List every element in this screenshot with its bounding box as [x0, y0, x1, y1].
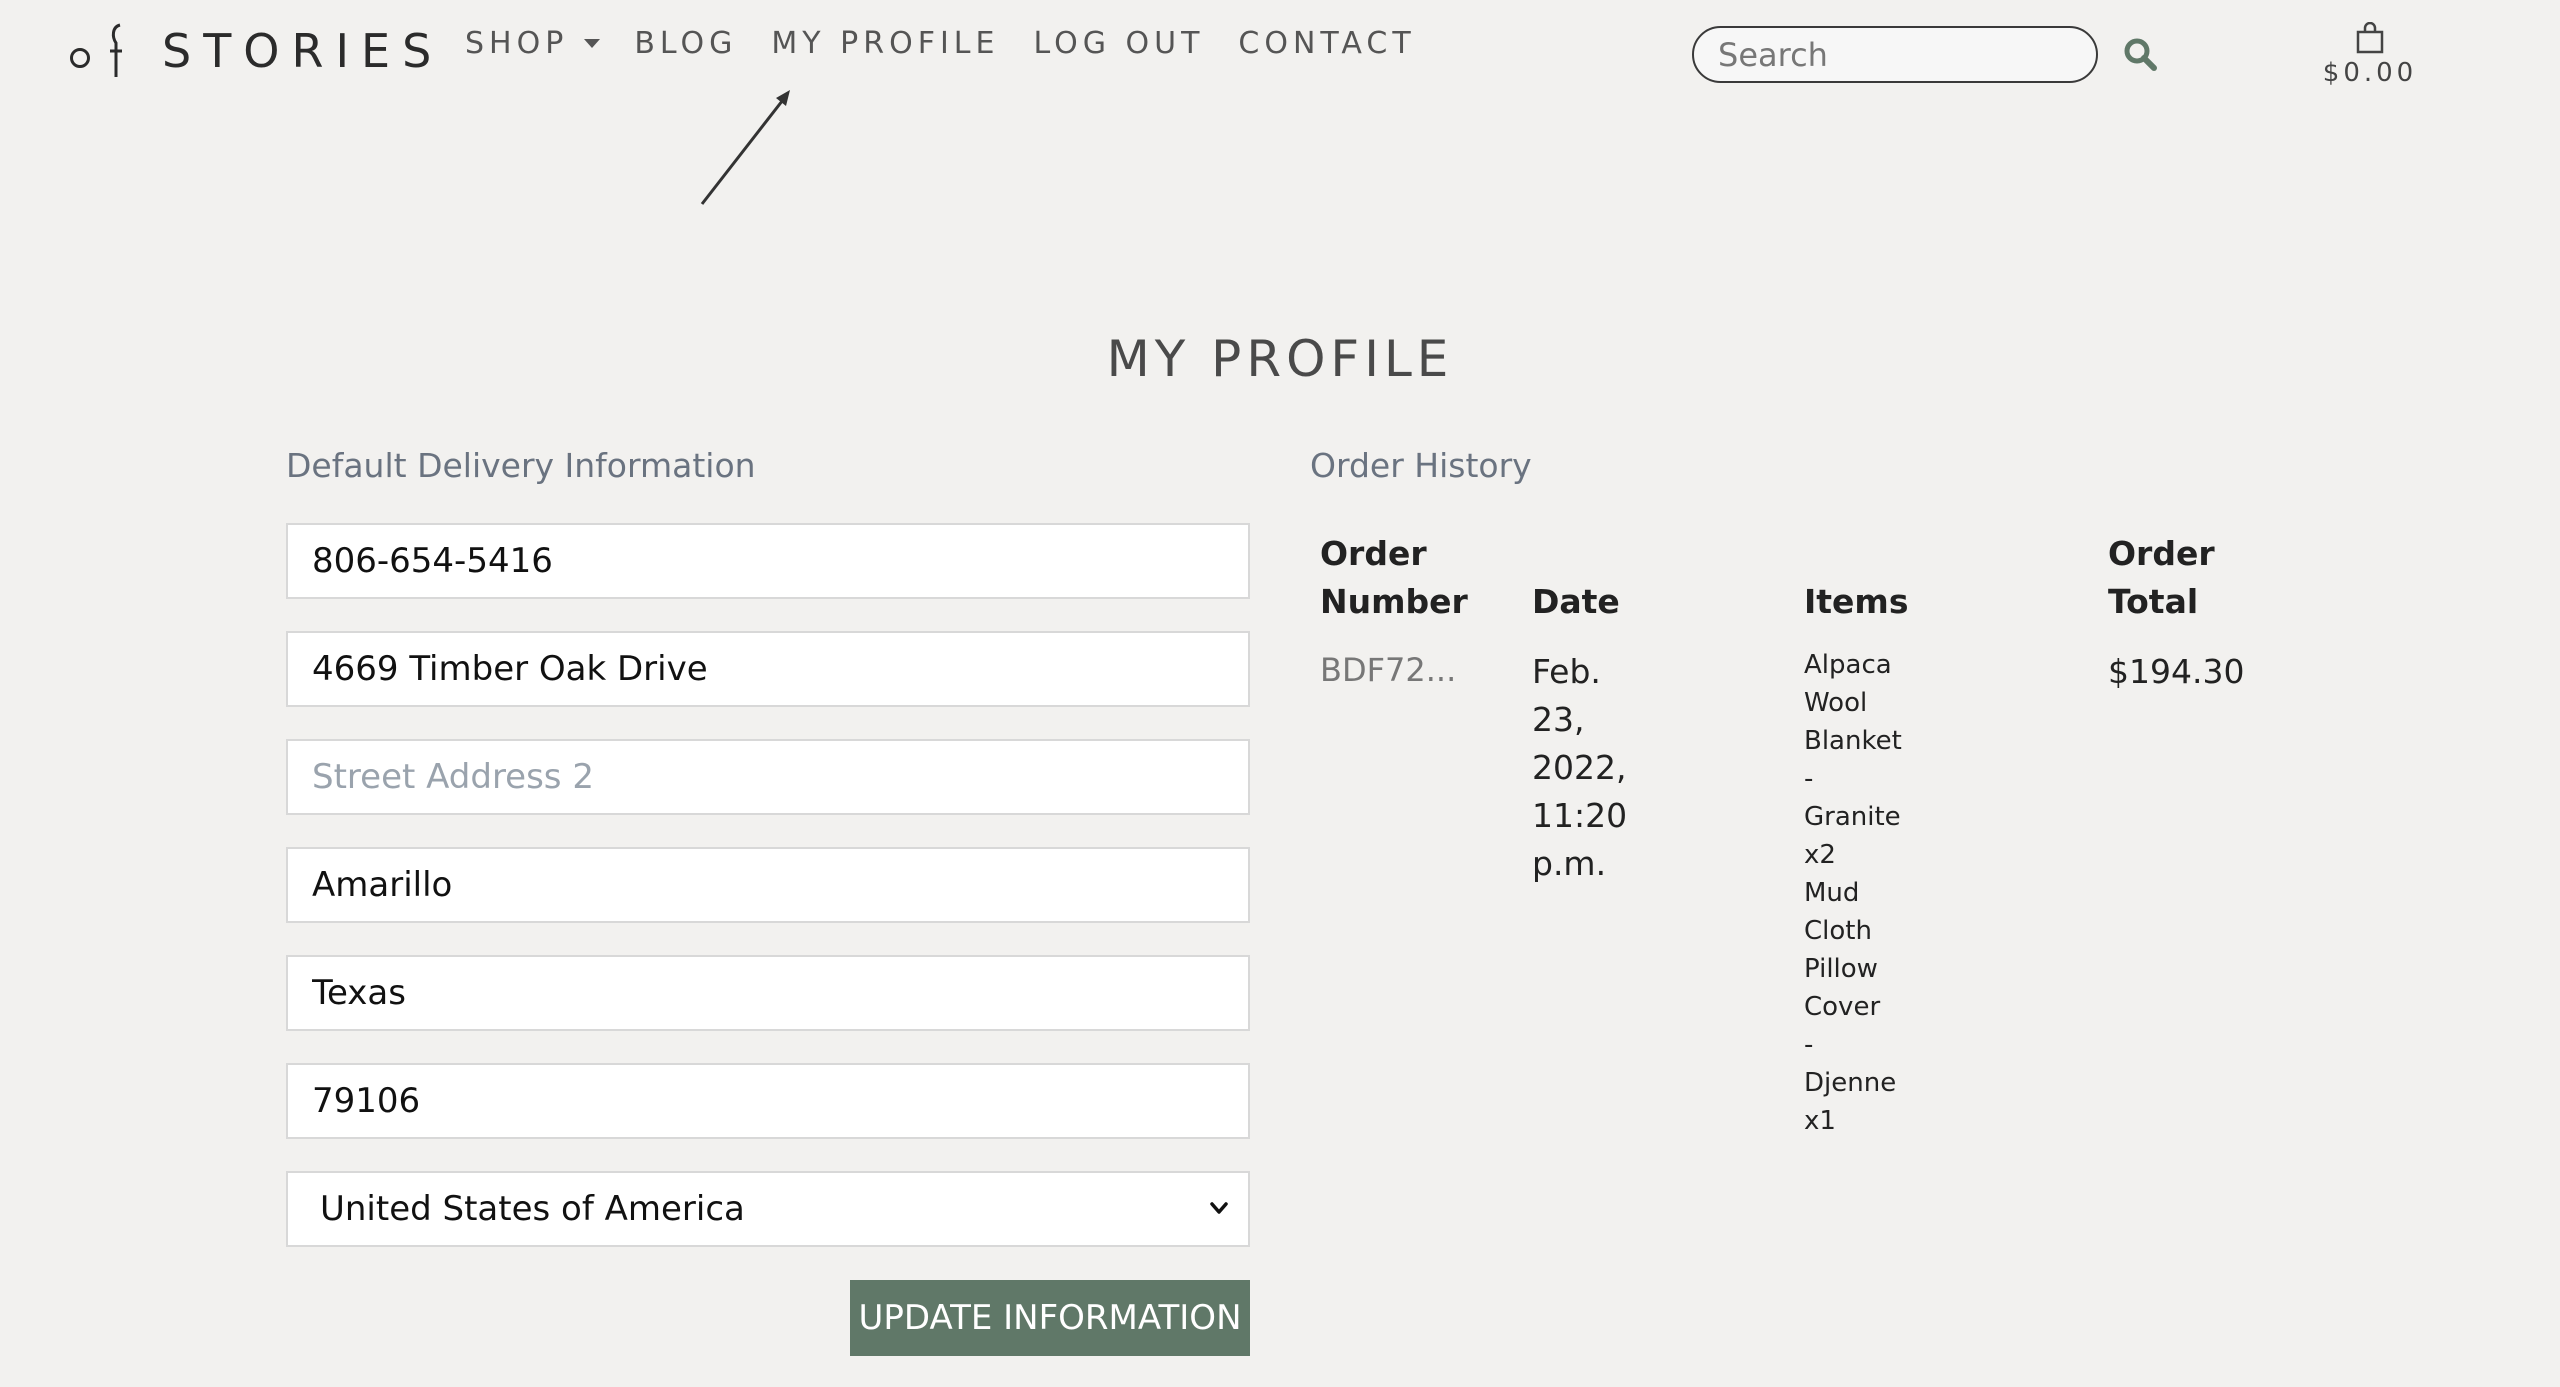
street-address-2-field[interactable] — [286, 739, 1250, 815]
city-field[interactable] — [286, 847, 1250, 923]
header-order-total-line1: Order — [2108, 534, 2215, 573]
search-input[interactable] — [1692, 26, 2098, 83]
country-select[interactable]: United States of America — [286, 1171, 1250, 1247]
phone-field[interactable] — [286, 523, 1250, 599]
order-item-line: Mud Cloth Pillow Cover — [1804, 878, 1881, 1022]
country-select-wrapper: United States of America — [286, 1171, 1250, 1247]
street-address-1-field[interactable] — [286, 631, 1250, 707]
pointer-arrow-icon — [700, 90, 790, 205]
cart-button[interactable]: $0.00 — [2310, 22, 2430, 88]
order-date: Feb. 23, 2022, 11:20 p.m. — [1532, 648, 1627, 888]
order-total: $194.30 — [2108, 652, 2245, 691]
order-item-line: Granite x2 — [1804, 802, 1901, 870]
shopping-bag-icon — [2356, 22, 2384, 54]
header-items: Items — [1804, 582, 1909, 621]
nav-shop[interactable]: SHOP — [465, 26, 601, 61]
main-nav: SHOP BLOG MY PROFILE LOG OUT CONTACT — [465, 26, 1450, 61]
delivery-form: United States of America — [286, 523, 1250, 1247]
search-icon — [2124, 38, 2157, 71]
header-order-number: Order Number — [1320, 530, 1468, 626]
page: STORIES SHOP BLOG MY PROFILE LOG OUT CON… — [0, 0, 2560, 1387]
order-number-link[interactable]: BDF72... — [1320, 646, 1456, 694]
update-information-button[interactable]: UPDATE INFORMATION — [850, 1280, 1250, 1356]
page-title: MY PROFILE — [1106, 330, 1454, 388]
logo-mark-icon — [70, 23, 126, 79]
postcode-field[interactable] — [286, 1063, 1250, 1139]
county-field[interactable] — [286, 955, 1250, 1031]
nav-blog[interactable]: BLOG — [634, 26, 737, 61]
logo-text: STORIES — [162, 24, 444, 78]
header-order-total-line2: Total — [2108, 582, 2199, 621]
delivery-section-title: Default Delivery Information — [286, 446, 756, 485]
nav-log-out[interactable]: LOG OUT — [1033, 26, 1204, 61]
header-order-number-line1: Order — [1320, 534, 1427, 573]
order-date-line2: 11:20 p.m. — [1532, 796, 1628, 883]
header-date: Date — [1532, 582, 1620, 621]
header-order-total: Order Total — [2108, 530, 2215, 626]
order-items: Alpaca Wool Blanket - Granite x2 Mud Clo… — [1804, 646, 1902, 1140]
order-history-title: Order History — [1310, 446, 1532, 485]
nav-contact[interactable]: CONTACT — [1238, 26, 1415, 61]
chevron-down-icon — [584, 39, 601, 48]
nav-shop-label: SHOP — [465, 26, 569, 61]
nav-my-profile[interactable]: MY PROFILE — [771, 26, 999, 61]
cart-total: $0.00 — [2322, 58, 2418, 88]
order-item-line: - Djenne x1 — [1804, 1030, 1897, 1136]
header-order-number-line2: Number — [1320, 582, 1468, 621]
search-button[interactable] — [2120, 34, 2160, 74]
order-item-line: Alpaca Wool Blanket - — [1804, 650, 1902, 794]
site-logo[interactable]: STORIES — [70, 18, 443, 84]
order-date-line1: Feb. 23, 2022, — [1532, 652, 1627, 787]
